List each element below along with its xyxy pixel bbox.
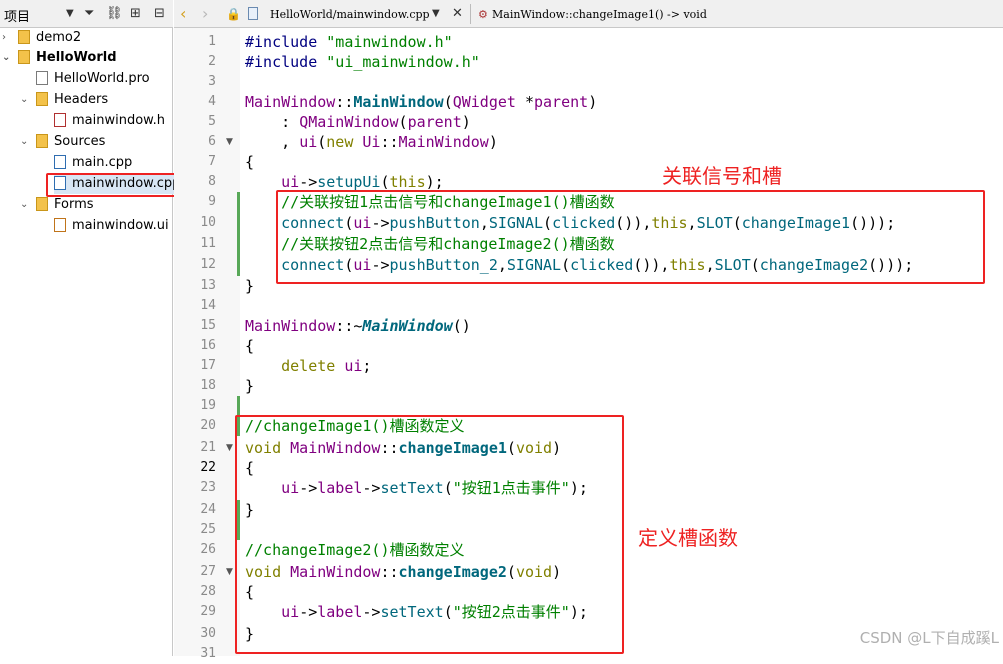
tree-item-helloworld-pro[interactable]: HelloWorld.pro (36, 69, 150, 89)
line-number: 5 (208, 114, 216, 129)
filter-icon[interactable]: ⏷ (84, 6, 94, 21)
tree-item-main-cpp[interactable]: main.cpp (54, 153, 132, 173)
fold-arrow-icon[interactable]: ▼ (226, 137, 233, 147)
file-path-selector[interactable]: HelloWorld/mainwindow.cpp (270, 8, 430, 21)
toolbar-divider (470, 4, 471, 24)
change-marker (237, 192, 240, 276)
slot-definition-highlight-box (235, 415, 624, 654)
cpp-file-icon (54, 154, 66, 169)
line-number: 9 (208, 194, 216, 209)
project-icon (18, 49, 30, 64)
chevron-down-icon[interactable]: ⌄ (20, 132, 28, 152)
line-number: 14 (200, 298, 216, 313)
chevron-right-icon[interactable]: › (2, 28, 6, 48)
code-line-2: #include "ui_mainwindow.h" (245, 53, 480, 71)
pro-file-icon (36, 70, 48, 85)
cpp-file-icon (248, 7, 258, 20)
code-line-7: { (245, 153, 255, 171)
header-file-icon (54, 112, 66, 127)
connect-highlight-box (276, 190, 985, 284)
project-icon (18, 29, 30, 44)
line-number: 17 (200, 358, 216, 373)
tree-item-helloworld[interactable]: ⌄ HelloWorld (2, 48, 117, 68)
line-number: 30 (200, 626, 216, 641)
line-number: 13 (200, 278, 216, 293)
line-number: 16 (200, 338, 216, 353)
close-panel-icon[interactable]: ⊟ (154, 6, 165, 21)
code-line-4: MainWindow::MainWindow(QWidget *parent) (245, 93, 598, 111)
code-line-1: #include "mainwindow.h" (245, 33, 453, 51)
chevron-down-icon[interactable]: ▼ (66, 8, 74, 19)
back-arrow-icon[interactable]: ‹ (180, 4, 186, 23)
folder-icon (36, 196, 48, 211)
forward-arrow-icon[interactable]: › (202, 4, 208, 23)
lock-icon: 🔒 (226, 7, 241, 21)
tree-item-demo2[interactable]: › demo2 (2, 28, 81, 48)
line-number: 18 (200, 378, 216, 393)
line-number: 10 (200, 215, 216, 230)
line-number: 2 (208, 54, 216, 69)
annotation-signal-slot: 关联信号和槽 (662, 164, 782, 188)
code-line-15: MainWindow::~MainWindow() (245, 317, 471, 335)
annotation-define-slot: 定义槽函数 (638, 526, 738, 550)
code-line-6: , ui(new Ui::MainWindow) (245, 133, 498, 151)
watermark: CSDN @L下自成蹊L (859, 629, 999, 647)
link-icon[interactable]: ⛓ (106, 6, 123, 21)
project-panel-header: 项目 ▼ ⏷ ⛓ ⊞ ⊟ (0, 0, 173, 28)
line-number-current: 22 (200, 460, 216, 475)
class-symbol-icon: ⚙ (478, 8, 488, 21)
line-number: 20 (200, 418, 216, 433)
tree-item-forms[interactable]: ⌄ Forms (20, 195, 94, 215)
ui-file-icon (54, 217, 66, 232)
line-number: 1 (208, 34, 216, 49)
code-line-17: delete ui; (281, 357, 372, 375)
line-number: 23 (200, 480, 216, 495)
line-number: 7 (208, 154, 216, 169)
line-number: 3 (208, 74, 216, 89)
fold-arrow-icon[interactable]: ▼ (226, 443, 233, 453)
line-number: 27 (200, 564, 216, 579)
code-line-16: { (245, 337, 255, 355)
line-number: 29 (200, 604, 216, 619)
chevron-down-icon[interactable]: ⌄ (20, 90, 28, 110)
line-number: 28 (200, 584, 216, 599)
editor-toolbar: ‹ › 🔒 HelloWorld/mainwindow.cpp ▼ ✕ ⚙ Ma… (174, 0, 1003, 28)
selection-highlight-box (46, 173, 176, 197)
line-number: 19 (200, 398, 216, 413)
line-number: 24 (200, 502, 216, 517)
code-line-5: : QMainWindow(parent) (245, 113, 471, 131)
line-number: 31 (200, 646, 216, 661)
code-line-8: ui->setupUi(this); (281, 173, 444, 191)
fold-arrow-icon[interactable]: ▼ (226, 567, 233, 577)
line-number: 25 (200, 522, 216, 537)
line-number: 8 (208, 174, 216, 189)
code-line-18: } (245, 377, 255, 395)
line-number: 21 (200, 440, 216, 455)
chevron-down-icon[interactable]: ⌄ (20, 195, 28, 215)
line-number: 12 (200, 257, 216, 272)
folder-icon (36, 91, 48, 106)
chevron-down-icon[interactable]: ▼ (432, 8, 440, 19)
folder-icon (36, 133, 48, 148)
tree-item-headers[interactable]: ⌄ Headers (20, 90, 108, 110)
tree-item-sources[interactable]: ⌄ Sources (20, 132, 105, 152)
chevron-down-icon[interactable]: ⌄ (2, 48, 10, 68)
project-tree: › demo2 ⌄ HelloWorld HelloWorld.pro ⌄ He… (0, 28, 181, 656)
close-icon[interactable]: ✕ (452, 6, 463, 21)
split-icon[interactable]: ⊞ (130, 6, 141, 21)
symbol-selector[interactable]: MainWindow::changeImage1() -> void (492, 8, 707, 21)
line-number: 6 (208, 134, 216, 149)
line-number: 4 (208, 94, 216, 109)
code-line-13: } (245, 277, 255, 295)
line-number: 15 (200, 318, 216, 333)
line-number: 11 (200, 236, 216, 251)
project-panel-title[interactable]: 项目 (4, 6, 30, 25)
line-number: 26 (200, 542, 216, 557)
tree-item-mainwindow-h[interactable]: mainwindow.h (54, 111, 165, 131)
tree-item-mainwindow-ui[interactable]: mainwindow.ui (54, 216, 169, 236)
